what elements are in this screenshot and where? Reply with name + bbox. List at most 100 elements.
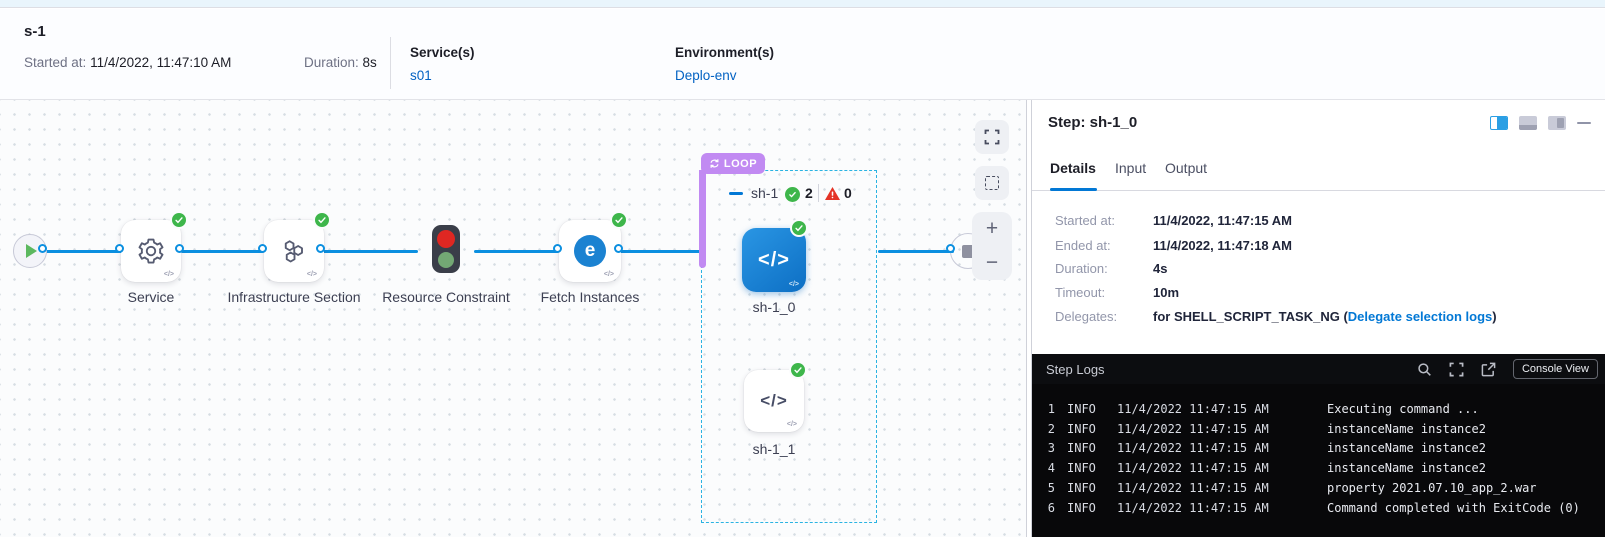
log-timestamp: 11/4/2022 11:47:15 AM — [1117, 402, 1285, 416]
started-at-meta: Started at: 11/4/2022, 11:47:10 AM — [24, 55, 231, 70]
search-icon[interactable] — [1417, 362, 1432, 377]
node-label-fetch-instances: Fetch Instances — [520, 288, 660, 307]
success-badge — [313, 211, 331, 229]
step-logs-header: Step Logs Console View — [1032, 354, 1605, 384]
right-view-icon[interactable] — [1548, 116, 1566, 130]
zoom-out-button[interactable]: − — [972, 246, 1012, 280]
check-icon — [794, 223, 804, 233]
started-at-label: Started at: — [24, 55, 86, 70]
port — [258, 244, 267, 253]
port — [553, 244, 562, 253]
loop-icon — [709, 158, 720, 169]
traffic-light-red — [437, 230, 455, 248]
port — [946, 244, 955, 253]
active-tab-underline — [1050, 188, 1097, 191]
tab-details[interactable]: Details — [1050, 160, 1096, 176]
step-logs-title: Step Logs — [1046, 362, 1105, 377]
open-in-new-tab-icon[interactable] — [1481, 362, 1496, 377]
minimize-panel-icon[interactable] — [1577, 122, 1591, 125]
top-accent-strip — [0, 0, 1605, 8]
count-divider — [818, 184, 819, 202]
bottom-view-icon[interactable] — [1519, 116, 1537, 130]
gear-icon — [136, 236, 166, 266]
services-label: Service(s) — [410, 45, 475, 60]
success-badge — [610, 211, 628, 229]
log-line-number: 5 — [1045, 481, 1055, 495]
pipeline-canvas[interactable]: </> Service </> Infrastructure Section R… — [0, 100, 1026, 537]
node-infrastructure[interactable]: </> — [264, 220, 324, 282]
success-count-icon — [785, 187, 800, 202]
pipeline-execution-page: s-1 Started at: 11/4/2022, 11:47:10 AM D… — [0, 0, 1605, 537]
log-level: INFO — [1067, 441, 1105, 455]
loop-badge[interactable]: LOOP — [701, 153, 765, 174]
check-icon — [317, 215, 327, 225]
tab-input[interactable]: Input — [1115, 160, 1146, 176]
detail-value: 4s — [1153, 261, 1167, 276]
node-sh-1-0[interactable]: </> </> — [742, 228, 806, 292]
environments-label: Environment(s) — [675, 45, 774, 60]
code-corner-icon: </> — [164, 271, 174, 278]
log-level: INFO — [1067, 461, 1105, 475]
detail-value: 11/4/2022, 11:47:18 AM — [1153, 238, 1292, 253]
check-icon — [174, 215, 184, 225]
check-icon — [793, 365, 803, 375]
success-badge — [790, 219, 808, 237]
log-line: 3 INFO 11/4/2022 11:47:15 AM instanceNam… — [1045, 439, 1605, 459]
failed-count: 0 — [844, 185, 852, 201]
run-header: s-1 Started at: 11/4/2022, 11:47:10 AM D… — [0, 9, 1605, 100]
split-view-icon[interactable] — [1490, 116, 1508, 130]
log-line-number: 2 — [1045, 422, 1055, 436]
tab-output[interactable]: Output — [1165, 160, 1207, 176]
log-timestamp: 11/4/2022 11:47:15 AM — [1117, 441, 1285, 455]
marquee-icon — [985, 176, 999, 190]
node-resource-constraint[interactable] — [432, 225, 460, 273]
console-view-button[interactable]: Console View — [1513, 359, 1598, 379]
marquee-select-button[interactable] — [975, 166, 1009, 200]
zoom-in-button[interactable]: + — [972, 212, 1012, 246]
edge-fetch-loop — [620, 250, 702, 253]
environments-column: Environment(s) Deplo-env — [675, 45, 774, 85]
log-line: 2 INFO 11/4/2022 11:47:15 AM instanceNam… — [1045, 419, 1605, 439]
node-sh-1-1[interactable]: </> </> — [744, 370, 804, 432]
success-count: 2 — [805, 185, 813, 201]
step-logs-body[interactable]: 1 INFO 11/4/2022 11:47:15 AM Executing c… — [1032, 384, 1605, 537]
log-line: 4 INFO 11/4/2022 11:47:15 AM instanceNam… — [1045, 458, 1605, 478]
node-fetch-instances[interactable]: e </> — [559, 220, 621, 282]
edge-infra-resource — [322, 250, 418, 253]
log-level: INFO — [1067, 402, 1105, 416]
service-link[interactable]: s01 — [410, 68, 432, 83]
delegate-selection-logs-link[interactable]: Delegate selection logs — [1348, 309, 1493, 324]
panel-tabs: Details Input Output — [1032, 156, 1605, 191]
log-line-number: 1 — [1045, 402, 1055, 416]
duration-label: Duration: — [304, 55, 359, 70]
log-line: 1 INFO 11/4/2022 11:47:15 AM Executing c… — [1045, 399, 1605, 419]
node-service[interactable]: </> — [121, 220, 181, 282]
detail-label: Started at: — [1055, 213, 1150, 228]
fit-to-screen-button[interactable] — [975, 120, 1009, 154]
duration-value: 8s — [363, 55, 377, 70]
detail-label: Timeout: — [1055, 285, 1150, 300]
pipeline-name: s-1 — [24, 23, 46, 40]
logs-actions: Console View — [1417, 359, 1598, 379]
shell-script-icon: </> — [758, 249, 790, 272]
started-at-value: 11/4/2022, 11:47:10 AM — [90, 55, 231, 70]
log-message: instanceName instance2 — [1327, 461, 1486, 475]
expand-logs-icon[interactable] — [1449, 362, 1464, 377]
log-line-number: 6 — [1045, 501, 1055, 515]
log-message: instanceName instance2 — [1327, 441, 1486, 455]
port — [115, 244, 124, 253]
edge-loop-end — [878, 250, 954, 253]
collapse-group-button[interactable] — [729, 192, 743, 195]
log-line: 6 INFO 11/4/2022 11:47:15 AM Command com… — [1045, 498, 1605, 518]
warning-icon — [824, 186, 841, 201]
port — [614, 244, 623, 253]
port — [38, 244, 47, 253]
loop-group-box — [701, 170, 877, 523]
log-timestamp: 11/4/2022 11:47:15 AM — [1117, 422, 1285, 436]
log-message: Executing command ... — [1327, 402, 1479, 416]
log-line: 5 INFO 11/4/2022 11:47:15 AM property 20… — [1045, 478, 1605, 498]
environment-link[interactable]: Deplo-env — [675, 68, 737, 83]
port — [316, 244, 325, 253]
detail-value: 10m — [1153, 285, 1179, 300]
code-corner-icon: </> — [789, 281, 799, 288]
